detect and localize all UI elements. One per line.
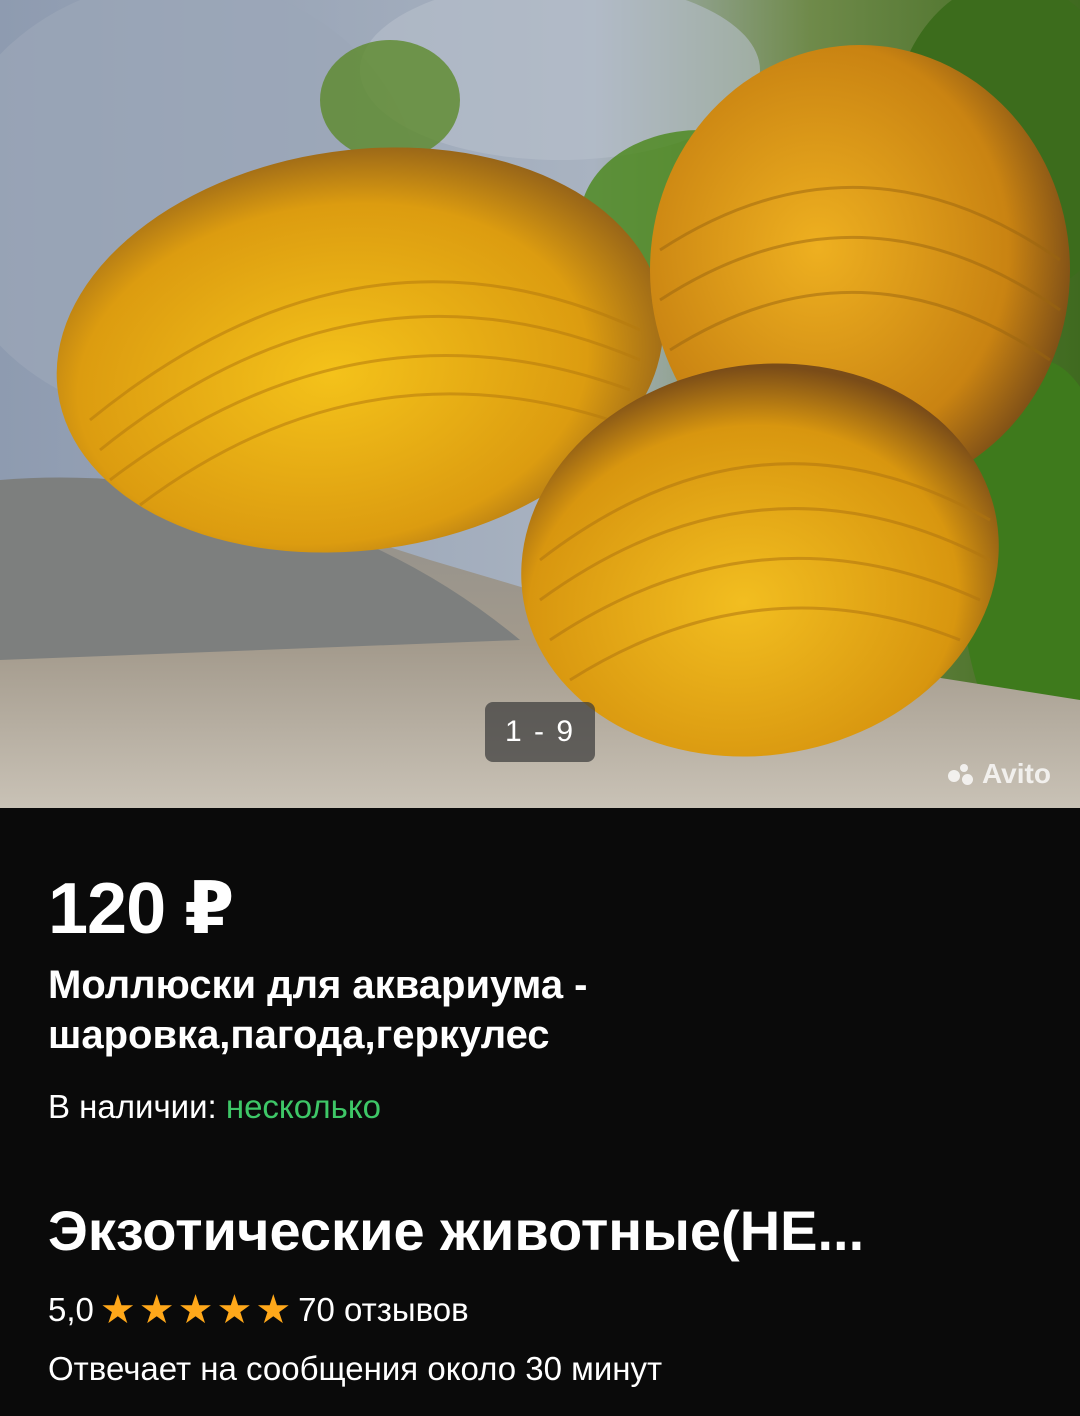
star-icon: ★ [177, 1288, 214, 1332]
rating-value: 5,0 [48, 1291, 94, 1328]
photo-gallery[interactable]: 1 - 9 Avito [0, 0, 1080, 808]
seller-rating[interactable]: 5,0 ★ ★ ★ ★ ★ 70 отзывов [48, 1290, 469, 1330]
listing-title: Моллюски для аквариума - шаровка,пагода,… [48, 963, 588, 1057]
avito-watermark: Avito [948, 758, 1051, 790]
star-icon: ★ [216, 1288, 253, 1332]
stock-value: несколько [225, 1088, 381, 1125]
star-icon: ★ [138, 1288, 175, 1332]
stock-label: В наличии: [48, 1088, 217, 1125]
rating-stars: ★ ★ ★ ★ ★ [100, 1290, 294, 1330]
photo-counter: 1 - 9 [485, 702, 595, 762]
avito-logo-icon [948, 762, 978, 786]
star-icon: ★ [255, 1288, 292, 1332]
response-time: Отвечает на сообщения около 30 минут [48, 1350, 663, 1387]
star-icon: ★ [99, 1288, 136, 1332]
seller-name[interactable]: Экзотические животные(НЕ... [48, 1198, 1038, 1263]
listing-photo [0, 0, 1080, 808]
watermark-text: Avito [982, 758, 1051, 789]
stock-status: В наличии: несколько [48, 1088, 381, 1126]
reviews-count[interactable]: 70 отзывов [298, 1291, 469, 1329]
listing-price: 120 ₽ [48, 869, 234, 949]
